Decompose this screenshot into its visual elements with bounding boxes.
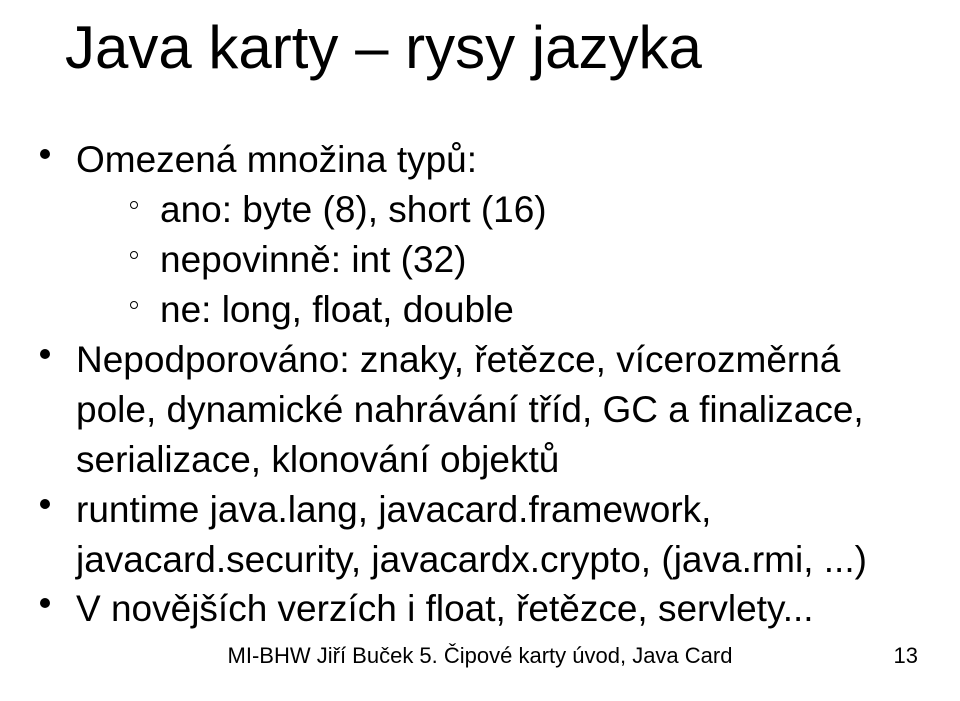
bullet-text: ne: long, float, double: [160, 289, 514, 330]
bullet-text: runtime java.lang, javacard.framework, j…: [76, 489, 867, 580]
bullet-dot-icon: [40, 598, 50, 608]
bullet-text: Nepodporováno: znaky, řetězce, vícerozmě…: [76, 339, 864, 480]
bullet-level1: Omezená množina typů: ano: byte (8), sho…: [40, 135, 920, 335]
slide-content: Omezená množina typů: ano: byte (8), sho…: [40, 135, 920, 634]
slide-footer: MI-BHW Jiří Buček 5. Čipové karty úvod, …: [0, 643, 960, 669]
bullet-level1: runtime java.lang, javacard.framework, j…: [40, 485, 920, 585]
bullet-ring-icon: [130, 301, 138, 309]
bullet-dot-icon: [40, 499, 50, 509]
sublist: ano: byte (8), short (16) nepovinně: int…: [130, 185, 920, 335]
bullet-text: V novějších verzích i float, řetězce, se…: [76, 588, 814, 629]
bullet-dot-icon: [40, 349, 50, 359]
bullet-dot-icon: [40, 149, 50, 159]
bullet-level2: nepovinně: int (32): [130, 235, 920, 285]
bullet-level2: ne: long, float, double: [130, 285, 920, 335]
bullet-level2: ano: byte (8), short (16): [130, 185, 920, 235]
bullet-text: ano: byte (8), short (16): [160, 189, 547, 230]
slide: Java karty – rysy jazyka Omezená množina…: [0, 0, 960, 701]
bullet-ring-icon: [130, 201, 138, 209]
bullet-text: nepovinně: int (32): [160, 239, 466, 280]
bullet-text: Omezená množina typů:: [76, 139, 477, 180]
page-number: 13: [894, 643, 918, 669]
bullet-level1: V novějších verzích i float, řetězce, se…: [40, 584, 920, 634]
slide-title: Java karty – rysy jazyka: [65, 13, 702, 82]
bullet-level1: Nepodporováno: znaky, řetězce, vícerozmě…: [40, 335, 920, 485]
bullet-ring-icon: [130, 251, 138, 259]
